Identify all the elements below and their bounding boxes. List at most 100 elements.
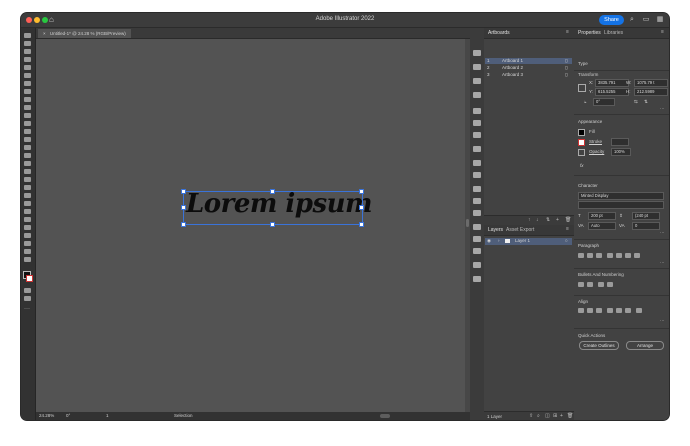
layer-row[interactable]: ◉ › Layer 1 ○ xyxy=(485,238,572,245)
stroke-label[interactable]: Stroke xyxy=(589,139,602,144)
handle-bottom-right[interactable] xyxy=(359,222,364,227)
lasso-tool-icon[interactable] xyxy=(24,57,31,62)
screen-mode-icon[interactable] xyxy=(24,296,31,301)
zoom-tool-icon[interactable] xyxy=(24,257,31,262)
opacity-input[interactable]: 100% xyxy=(611,148,631,156)
transform-panel-icon[interactable] xyxy=(473,108,481,114)
vertical-align-top-icon[interactable] xyxy=(607,308,613,313)
glyphs-panel-icon[interactable] xyxy=(473,262,481,268)
slice-tool-icon[interactable] xyxy=(24,241,31,246)
blend-tool-icon[interactable] xyxy=(24,209,31,214)
horizontal-align-left-icon[interactable] xyxy=(578,308,584,313)
line-tool-icon[interactable] xyxy=(24,89,31,94)
export-icon[interactable]: ⇪ xyxy=(529,414,534,419)
move-down-icon[interactable]: ↓ xyxy=(536,218,541,223)
tracking-input[interactable]: 0 xyxy=(632,222,660,230)
zoom-level[interactable]: 24.28% xyxy=(39,412,54,420)
panel-menu-icon[interactable]: ≡ xyxy=(566,227,571,232)
font-style-select[interactable] xyxy=(578,201,664,209)
artboard-tool-icon[interactable] xyxy=(24,233,31,238)
type-tool-icon[interactable] xyxy=(24,81,31,86)
paragraph-panel-icon[interactable] xyxy=(473,236,481,242)
horizontal-align-center-icon[interactable] xyxy=(587,308,593,313)
rearrange-icon[interactable]: ⇅ xyxy=(546,218,551,223)
more-options-icon[interactable]: ··· xyxy=(660,106,665,111)
create-outlines-button[interactable]: Create Outlines xyxy=(579,341,619,350)
align-left-icon[interactable] xyxy=(578,253,584,258)
vertical-scroll-thumb[interactable] xyxy=(466,219,469,227)
curvature-tool-icon[interactable] xyxy=(24,73,31,78)
align-right-icon[interactable] xyxy=(596,253,602,258)
artboard-options-icon[interactable]: ▯ xyxy=(565,58,567,64)
rotation-value[interactable]: 0° xyxy=(66,412,70,420)
properties-tab[interactable]: Properties xyxy=(578,30,601,36)
pencil-tool-icon[interactable] xyxy=(24,121,31,126)
visibility-eye-icon[interactable]: ◉ xyxy=(487,238,491,244)
pathfinder-panel-icon[interactable] xyxy=(473,132,481,138)
magic-wand-tool-icon[interactable] xyxy=(24,49,31,54)
perspective-grid-tool-icon[interactable] xyxy=(24,177,31,182)
flip-vertical-icon[interactable]: ⇅ xyxy=(644,99,648,105)
color-panel-icon[interactable] xyxy=(473,50,481,56)
fx-effects-button[interactable]: fx xyxy=(580,163,584,168)
links-panel-icon[interactable] xyxy=(473,276,481,282)
artboard-row[interactable]: 2 Artboard 2 ▯ xyxy=(485,65,572,71)
angle-input[interactable]: 0° xyxy=(593,98,615,106)
width-tool-icon[interactable] xyxy=(24,153,31,158)
move-up-icon[interactable]: ↑ xyxy=(528,218,533,223)
navigator-panel-icon[interactable] xyxy=(473,210,481,216)
brushes-panel-icon[interactable] xyxy=(473,78,481,84)
panel-menu-icon[interactable]: ≡ xyxy=(661,30,666,35)
more-options-icon[interactable]: ··· xyxy=(660,318,665,323)
eraser-tool-icon[interactable] xyxy=(24,129,31,134)
workspace-icon[interactable]: ▭ xyxy=(642,16,650,24)
align-center-icon[interactable] xyxy=(587,253,593,258)
align-to-icon[interactable] xyxy=(636,308,642,313)
bullets-icon[interactable] xyxy=(578,282,584,287)
locate-object-icon[interactable]: ⌕ xyxy=(537,414,542,419)
font-size-input[interactable]: 200 pt xyxy=(588,212,616,220)
layer-name[interactable]: Layer 1 xyxy=(515,238,530,244)
justify-all-icon[interactable] xyxy=(634,253,640,258)
handle-bottom-left[interactable] xyxy=(181,222,186,227)
libraries-tab[interactable]: Libraries xyxy=(604,30,623,36)
selection-tool-icon[interactable] xyxy=(24,33,31,38)
kerning-input[interactable]: Auto xyxy=(588,222,616,230)
scale-tool-icon[interactable] xyxy=(24,145,31,150)
comments-panel-icon[interactable] xyxy=(473,92,481,98)
more-tools-icon[interactable]: ··· xyxy=(24,306,30,312)
justify-right-icon[interactable] xyxy=(625,253,631,258)
justify-left-icon[interactable] xyxy=(607,253,613,258)
align-panel-icon[interactable] xyxy=(473,120,481,126)
handle-top-right[interactable] xyxy=(359,189,364,194)
handle-top-center[interactable] xyxy=(270,189,275,194)
delete-layer-icon[interactable]: 🗑 xyxy=(567,414,573,419)
clipping-mask-icon[interactable]: ◫ xyxy=(545,414,550,419)
column-graph-tool-icon[interactable] xyxy=(24,225,31,230)
canvas[interactable]: Lorem ipsum xyxy=(36,39,465,412)
flip-horizontal-icon[interactable]: ⇆ xyxy=(634,99,638,105)
artboard-row[interactable]: 3 Artboard 3 ▯ xyxy=(485,72,572,78)
artboard-options-icon[interactable]: ▯ xyxy=(565,65,567,71)
shaper-tool-icon[interactable] xyxy=(24,113,31,118)
direct-selection-tool-icon[interactable] xyxy=(24,41,31,46)
current-tool[interactable]: Selection xyxy=(174,412,193,420)
swatches-panel-icon[interactable] xyxy=(473,64,481,70)
panel-menu-icon[interactable]: ≡ xyxy=(566,30,571,35)
drawing-mode-icon[interactable] xyxy=(24,288,31,293)
numbering-options-icon[interactable] xyxy=(607,282,613,287)
paintbrush-tool-icon[interactable] xyxy=(24,105,31,110)
y-input[interactable]: 615.5255 xyxy=(595,88,629,96)
x-input[interactable]: 3835.791 xyxy=(595,79,629,87)
w-input[interactable]: 1075.79 t xyxy=(634,79,668,87)
asset-export-tab[interactable]: Asset Export xyxy=(506,227,534,233)
graphic-styles-panel-icon[interactable] xyxy=(473,172,481,178)
artboard-number[interactable]: 1 xyxy=(106,412,109,420)
appearance-panel-icon[interactable] xyxy=(473,160,481,166)
new-sublayer-icon[interactable]: ⊞ xyxy=(553,414,558,419)
h-input[interactable]: 212.5989 xyxy=(634,88,668,96)
layers-tab[interactable]: Layers xyxy=(488,227,503,233)
opacity-label[interactable]: Opacity xyxy=(589,149,604,154)
gradient-panel-icon[interactable] xyxy=(473,146,481,152)
horizontal-align-right-icon[interactable] xyxy=(596,308,602,313)
